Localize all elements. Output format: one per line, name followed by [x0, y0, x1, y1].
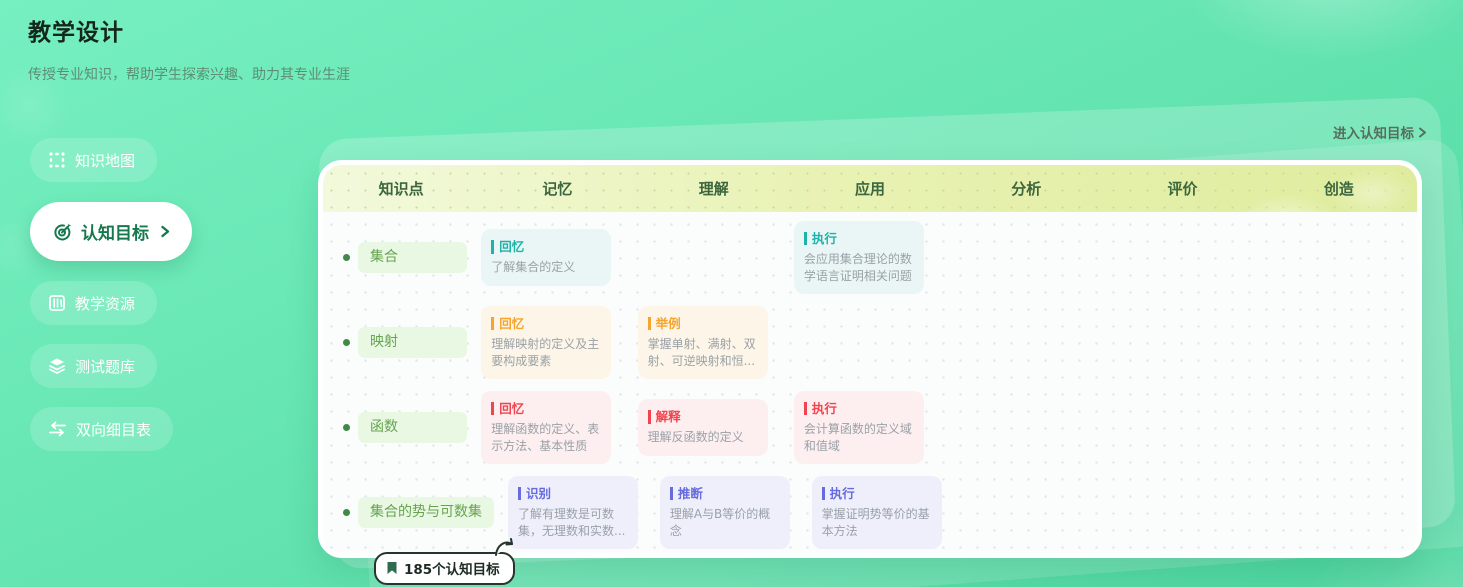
sidebar-item-label: 教学资源 — [75, 293, 135, 314]
sidebar-item-knowledge-map[interactable]: 知识地图 — [30, 138, 157, 182]
sidebar-item-label: 测试题库 — [75, 356, 135, 377]
sidebar-item-question-bank[interactable]: 测试题库 — [30, 344, 157, 388]
sidebar-item-cognitive-goals[interactable]: 认知目标 — [30, 202, 192, 261]
knowledge-point-pill[interactable]: 映射 — [358, 327, 467, 358]
goal-tag: 回忆 — [491, 240, 524, 254]
goal-tag: 解释 — [648, 410, 681, 424]
table-row: 集合 回忆 了解集合的定义 执行 会应用集合理论的数学语言证明相关问题 — [323, 215, 1417, 300]
table-row: 映射 回忆 理解映射的定义及主要构成要素 举例 掌握单射、满射、双射、可逆映射和… — [323, 300, 1417, 385]
badge-tail-swoosh — [495, 537, 517, 557]
bullet-dot-icon — [343, 424, 350, 431]
knowledge-map-icon — [48, 151, 66, 169]
column-header-evaluate: 评价 — [1104, 178, 1260, 199]
goal-tag: 回忆 — [491, 402, 524, 416]
target-icon — [52, 222, 72, 242]
table-row: 集合的势与可数集 识别 了解有理数是可数集，无理数和实数... 推断 理解A与B… — [323, 470, 1417, 555]
sidebar-item-label: 认知目标 — [81, 219, 149, 244]
goal-description: 理解映射的定义及主要构成要素 — [491, 336, 601, 371]
column-header-understand: 理解 — [636, 178, 792, 199]
goal-tag: 执行 — [804, 402, 837, 416]
bullet-dot-icon — [343, 254, 350, 261]
goal-description: 会计算函数的定义域和值域 — [804, 421, 914, 456]
goal-card[interactable]: 识别 了解有理数是可数集，无理数和实数... — [508, 476, 638, 550]
two-way-table-icon — [48, 421, 67, 437]
goal-card[interactable]: 执行 会应用集合理论的数学语言证明相关问题 — [794, 221, 924, 295]
goal-description: 理解函数的定义、表示方法、基本性质 — [491, 421, 601, 456]
table-row: 函数 回忆 理解函数的定义、表示方法、基本性质 解释 理解反函数的定义 执行 会… — [323, 385, 1417, 470]
goal-description: 掌握证明势等价的基本方法 — [822, 506, 932, 541]
goal-tag: 执行 — [804, 232, 837, 246]
sidebar-item-label: 知识地图 — [75, 150, 135, 171]
matrix-header-row: 知识点 记忆 理解 应用 分析 评价 创造 — [323, 165, 1417, 212]
knowledge-point-cell: 函数 — [323, 412, 479, 443]
goal-card[interactable]: 回忆 理解函数的定义、表示方法、基本性质 — [481, 391, 611, 465]
knowledge-point-cell: 集合 — [323, 242, 479, 273]
goal-description: 理解反函数的定义 — [648, 429, 758, 446]
goal-card[interactable]: 回忆 理解映射的定义及主要构成要素 — [481, 306, 611, 380]
sidebar-item-label: 双向细目表 — [76, 419, 151, 440]
goal-tag: 推断 — [670, 487, 703, 501]
knowledge-point-pill[interactable]: 集合 — [358, 242, 467, 273]
knowledge-point-cell: 集合的势与可数集 — [323, 497, 506, 528]
column-header-remember: 记忆 — [479, 178, 635, 199]
bullet-dot-icon — [343, 339, 350, 346]
goal-tag: 回忆 — [491, 317, 524, 331]
badge-label: 185个认知目标 — [404, 558, 500, 578]
goal-description: 会应用集合理论的数学语言证明相关问题 — [804, 251, 914, 286]
cognitive-goals-matrix-panel: 知识点 记忆 理解 应用 分析 评价 创造 集合 回忆 了解集合的定义 执行 会… — [318, 160, 1422, 558]
sidebar-item-teaching-resources[interactable]: 教学资源 — [30, 281, 157, 325]
goal-description: 掌握单射、满射、双射、可逆映射和恒... — [648, 336, 758, 371]
column-header-analyze: 分析 — [948, 178, 1104, 199]
goal-description: 理解A与B等价的概念 — [670, 506, 780, 541]
matrix-body: 集合 回忆 了解集合的定义 执行 会应用集合理论的数学语言证明相关问题 映射 回… — [323, 212, 1417, 558]
knowledge-point-cell: 映射 — [323, 327, 479, 358]
sidebar-item-two-way-table[interactable]: 双向细目表 — [30, 407, 173, 451]
column-header-apply: 应用 — [792, 178, 948, 199]
goal-card[interactable]: 解释 理解反函数的定义 — [638, 399, 768, 455]
goal-description: 了解有理数是可数集，无理数和实数... — [518, 506, 628, 541]
page-subtitle: 传授专业知识，帮助学生探索兴趣、助力其专业生涯 — [28, 64, 350, 84]
goal-card[interactable]: 执行 掌握证明势等价的基本方法 — [812, 476, 942, 550]
column-header-create: 创造 — [1261, 178, 1417, 199]
sidebar: 知识地图 认知目标 教学资源 测试题库 — [30, 138, 220, 470]
knowledge-point-pill[interactable]: 函数 — [358, 412, 467, 443]
goal-card[interactable]: 执行 会计算函数的定义域和值域 — [794, 391, 924, 465]
goal-card[interactable]: 举例 掌握单射、满射、双射、可逆映射和恒... — [638, 306, 768, 380]
chevron-right-icon — [160, 225, 170, 238]
cognitive-goals-count-badge[interactable]: 185个认知目标 — [374, 552, 515, 585]
bookmark-icon — [386, 561, 398, 575]
knowledge-point-pill[interactable]: 集合的势与可数集 — [358, 497, 494, 528]
goal-card[interactable]: 推断 理解A与B等价的概念 — [660, 476, 790, 550]
bullet-dot-icon — [343, 509, 350, 516]
goal-card[interactable]: 回忆 了解集合的定义 — [481, 229, 611, 285]
goal-description: 了解集合的定义 — [491, 259, 601, 276]
question-bank-icon — [48, 357, 66, 375]
resources-icon — [48, 294, 66, 312]
goal-tag: 举例 — [648, 317, 681, 331]
goal-tag: 识别 — [518, 487, 551, 501]
column-header-knowledge-point: 知识点 — [323, 178, 479, 199]
goal-tag: 执行 — [822, 487, 855, 501]
page-title: 教学设计 — [28, 13, 124, 47]
